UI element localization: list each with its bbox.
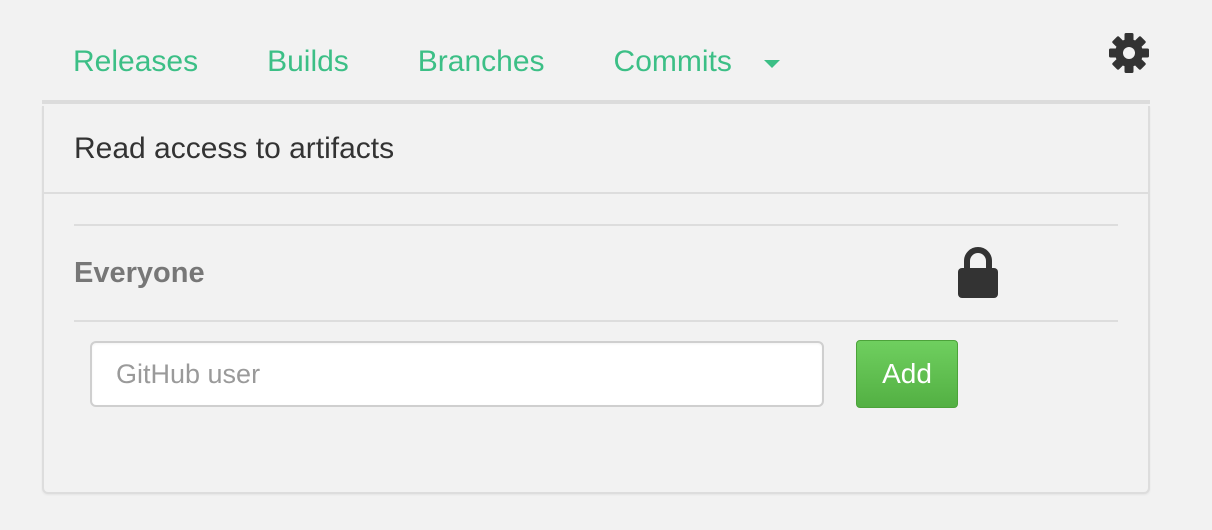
add-user-form: Add bbox=[90, 340, 958, 408]
gear-icon[interactable] bbox=[1107, 31, 1151, 75]
artifact-access-panel: Read access to artifacts Everyone Add bbox=[42, 106, 1150, 494]
everyone-label: Everyone bbox=[74, 256, 205, 289]
tab-commits-dropdown[interactable]: Commits bbox=[614, 40, 780, 84]
gear-icon-graphic bbox=[1109, 33, 1149, 73]
tab-releases[interactable]: Releases bbox=[73, 40, 198, 84]
add-user-button[interactable]: Add bbox=[856, 340, 958, 408]
nav-tabs: Releases Builds Branches Commits bbox=[73, 40, 780, 84]
caret-down-icon bbox=[763, 60, 780, 68]
github-user-input[interactable] bbox=[90, 341, 824, 407]
tab-commits-label: Commits bbox=[613, 45, 732, 78]
lock-icon bbox=[956, 246, 1000, 300]
tab-builds[interactable]: Builds bbox=[267, 40, 349, 84]
divider bbox=[74, 320, 1118, 322]
tab-branches[interactable]: Branches bbox=[418, 40, 545, 84]
access-row-everyone: Everyone bbox=[74, 226, 1118, 320]
panel-heading: Read access to artifacts bbox=[44, 106, 1148, 194]
panel-title: Read access to artifacts bbox=[74, 132, 395, 165]
page: Releases Builds Branches Commits Read ac… bbox=[0, 0, 1212, 530]
top-navigation: Releases Builds Branches Commits bbox=[42, 0, 1150, 104]
lock-icon-graphic bbox=[958, 247, 998, 298]
